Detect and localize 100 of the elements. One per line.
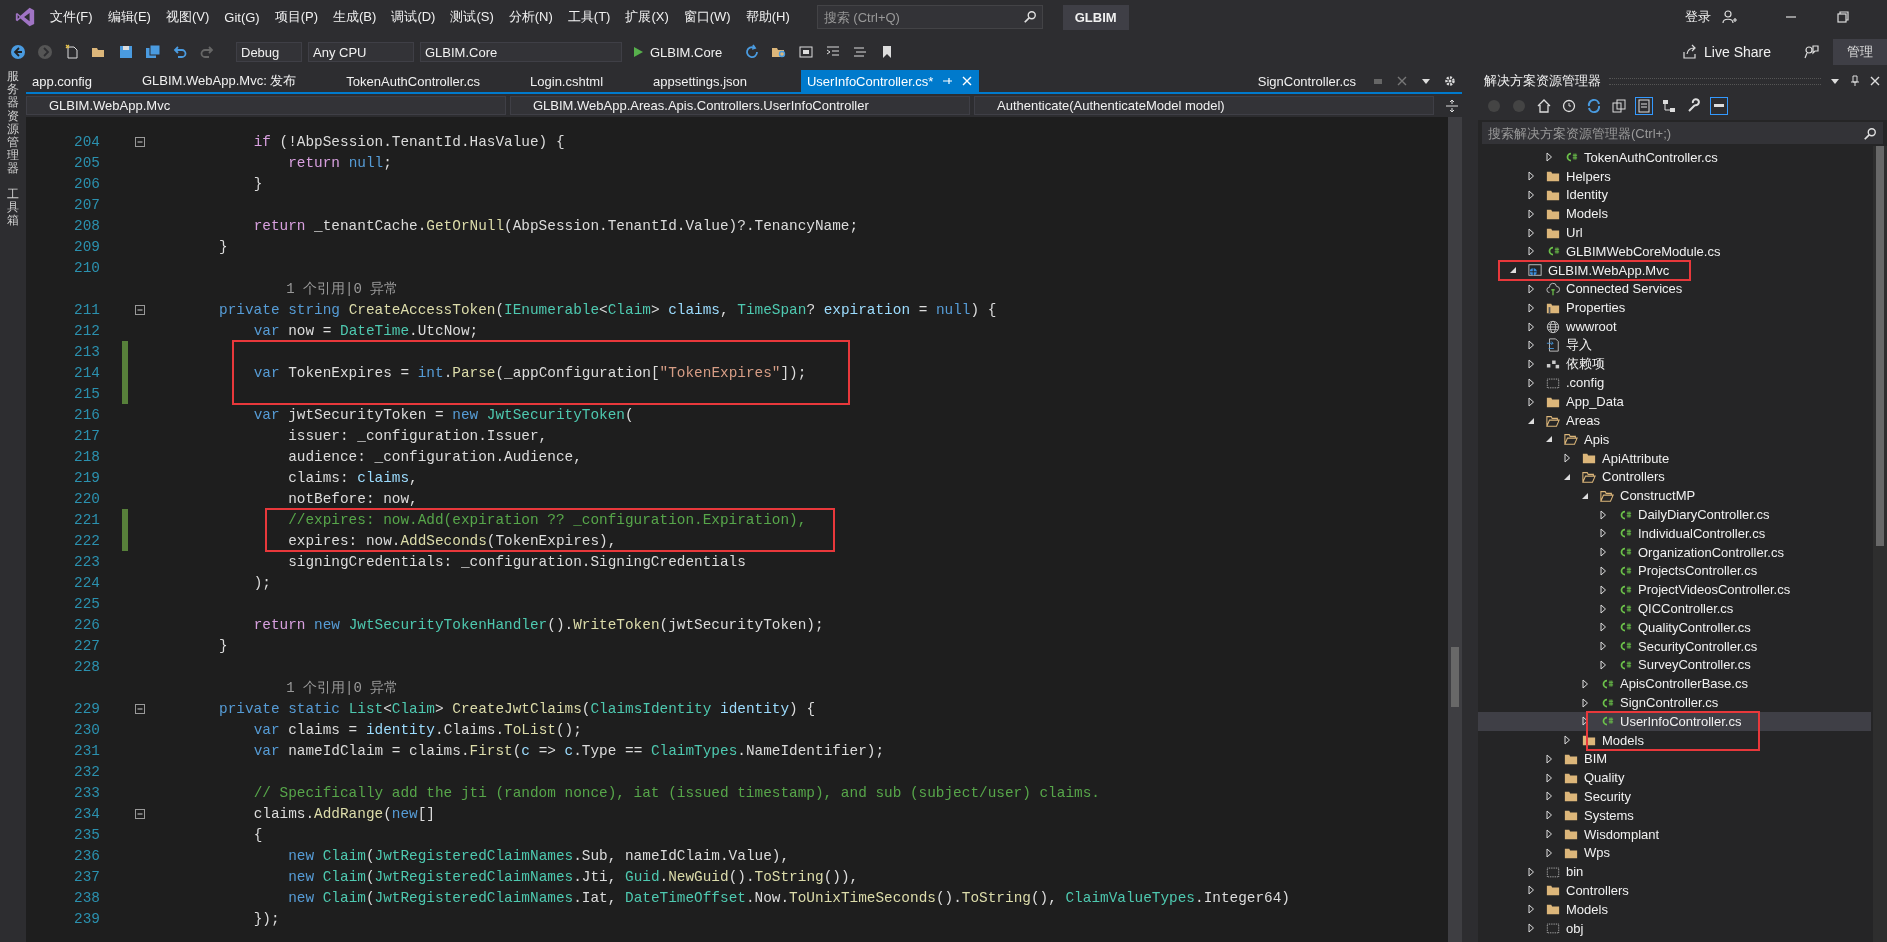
tree-item[interactable]: BIM: [1478, 749, 1871, 769]
file-tab[interactable]: TokenAuthController.cs: [340, 70, 525, 92]
menu-item[interactable]: 文件(F): [50, 8, 93, 26]
expand-arrow-icon[interactable]: [1544, 753, 1554, 764]
split-icon[interactable]: [1444, 97, 1460, 114]
expand-arrow-icon[interactable]: [1580, 678, 1590, 689]
expand-arrow-icon[interactable]: [1526, 866, 1536, 877]
expand-arrow-icon[interactable]: [1526, 321, 1536, 332]
redo-icon[interactable]: [199, 44, 215, 60]
new-item-icon[interactable]: [64, 44, 80, 60]
account-icon[interactable]: [1721, 9, 1737, 25]
tree-item[interactable]: IndividualController.cs: [1478, 523, 1871, 543]
tree-item[interactable]: SurveyController.cs: [1478, 655, 1871, 675]
expand-arrow-icon[interactable]: [1598, 528, 1608, 539]
navigation-dropdown[interactable]: GLBIM.WebApp.Mvc: [26, 96, 506, 115]
menu-item[interactable]: 项目(P): [274, 8, 319, 26]
home-icon[interactable]: [1536, 98, 1552, 114]
comment-icon[interactable]: [852, 44, 869, 60]
expand-arrow-icon[interactable]: [1544, 810, 1554, 821]
expand-arrow-icon[interactable]: [1526, 923, 1536, 934]
collapse-arrow-icon[interactable]: [1544, 434, 1554, 445]
tree-item[interactable]: ConstructMP: [1478, 486, 1871, 506]
tree-item[interactable]: Quality: [1478, 768, 1871, 788]
expand-arrow-icon[interactable]: [1526, 227, 1536, 238]
tree-item[interactable]: ProjectVideosController.cs: [1478, 580, 1871, 600]
expand-arrow-icon[interactable]: [1526, 340, 1536, 351]
menu-item[interactable]: 生成(B): [333, 8, 377, 26]
file-tab[interactable]: GLBIM.WebApp.Mvc: 发布: [136, 70, 341, 92]
file-tab[interactable]: appsettings.json: [647, 70, 791, 92]
code-lens[interactable]: 1 个引用|0 异常: [217, 678, 399, 697]
navigation-dropdown[interactable]: Authenticate(AuthenticateModel model): [974, 96, 1434, 115]
file-tab[interactable]: app.config: [26, 70, 136, 92]
expand-arrow-icon[interactable]: [1598, 584, 1608, 595]
tree-item[interactable]: Apis: [1478, 429, 1871, 449]
tree-item[interactable]: Controllers: [1478, 881, 1871, 900]
side-tab[interactable]: 工具箱: [7, 187, 19, 228]
tree-item[interactable]: ProjectsController.cs: [1478, 561, 1871, 581]
preview-icon[interactable]: [1711, 98, 1727, 114]
collapse-icon[interactable]: [135, 304, 145, 315]
scrollbar[interactable]: [1448, 117, 1462, 942]
menu-item[interactable]: 帮助(H): [745, 8, 790, 26]
collapse-icon[interactable]: [135, 136, 145, 147]
menu-item[interactable]: 视图(V): [165, 8, 210, 26]
undo-icon[interactable]: [172, 44, 188, 60]
expand-arrow-icon[interactable]: [1544, 847, 1554, 858]
tree-item[interactable]: Identity: [1478, 185, 1871, 205]
tree-item[interactable]: Systems: [1478, 805, 1871, 825]
sign-in-link[interactable]: 登录: [1685, 8, 1711, 26]
tree-item[interactable]: Areas: [1478, 411, 1871, 430]
restore-icon[interactable]: [1835, 9, 1851, 25]
navigation-dropdown[interactable]: GLBIM.WebApp.Areas.Apis.Controllers.UserInfoController: [510, 96, 970, 115]
live-share-button[interactable]: Live Share: [1676, 43, 1777, 61]
tree-item[interactable]: 依赖项: [1478, 354, 1871, 374]
tree-item[interactable]: GLBIM.WebApp.Mvc: [1478, 260, 1871, 280]
collapse-icon[interactable]: [135, 703, 145, 714]
expand-arrow-icon[interactable]: [1526, 208, 1536, 219]
expand-arrow-icon[interactable]: [1580, 697, 1590, 708]
collapse-arrow-icon[interactable]: [1508, 265, 1518, 276]
side-tab[interactable]: 服务器资源管理器: [7, 70, 19, 176]
expand-arrow-icon[interactable]: [1562, 453, 1572, 464]
tree-item[interactable]: TokenAuthController.cs: [1478, 148, 1871, 167]
settings-icon[interactable]: [1444, 75, 1456, 87]
expand-arrow-icon[interactable]: [1544, 772, 1554, 783]
expand-arrow-icon[interactable]: [1544, 829, 1554, 840]
tree-item[interactable]: wwwroot: [1478, 317, 1871, 336]
tree-item[interactable]: Properties: [1478, 298, 1871, 318]
expand-arrow-icon[interactable]: [1598, 565, 1608, 576]
back-icon[interactable]: [10, 44, 26, 60]
file-tab[interactable]: Login.cshtml: [524, 70, 648, 92]
expand-arrow-icon[interactable]: [1598, 547, 1608, 558]
expand-arrow-icon[interactable]: [1544, 152, 1554, 163]
tree-item[interactable]: SecurityController.cs: [1478, 636, 1871, 656]
run-button[interactable]: GLBIM.Core: [628, 44, 727, 60]
expand-arrow-icon[interactable]: [1526, 171, 1536, 182]
window-icon[interactable]: [798, 44, 815, 60]
menu-item[interactable]: 调试(D): [391, 8, 436, 26]
menu-item[interactable]: 窗口(W): [683, 8, 731, 26]
copy-icon[interactable]: [1611, 98, 1627, 114]
expand-arrow-icon[interactable]: [1526, 904, 1536, 915]
tree-item[interactable]: Models: [1478, 204, 1871, 224]
code-lens[interactable]: 1 个引用|0 异常: [217, 279, 399, 298]
expand-arrow-icon[interactable]: [1544, 791, 1554, 802]
pin-icon[interactable]: [1849, 75, 1861, 87]
menu-item[interactable]: Git(G): [224, 9, 260, 25]
hierarchy-icon[interactable]: [1661, 98, 1677, 114]
tree-item[interactable]: Controllers: [1478, 467, 1871, 487]
menu-item[interactable]: 扩展(X): [625, 8, 669, 26]
expand-arrow-icon[interactable]: [1526, 396, 1536, 407]
expand-arrow-icon[interactable]: [1598, 641, 1608, 652]
expand-arrow-icon[interactable]: [1526, 885, 1536, 896]
startup-project-dropdown[interactable]: GLBIM.Core: [420, 42, 622, 62]
tree-item[interactable]: Url: [1478, 223, 1871, 242]
expand-arrow-icon[interactable]: [1598, 509, 1608, 520]
search-field[interactable]: 搜索解决方案资源管理器(Ctrl+;): [1482, 122, 1883, 144]
preview-tab[interactable]: SignController.cs: [1251, 70, 1366, 92]
save-all-icon[interactable]: [145, 44, 161, 60]
feedback-icon[interactable]: [1803, 44, 1819, 60]
tree-item[interactable]: ApiAttribute: [1478, 448, 1871, 468]
tree-item[interactable]: Security: [1478, 787, 1871, 806]
admin-button[interactable]: 管理: [1833, 39, 1887, 65]
